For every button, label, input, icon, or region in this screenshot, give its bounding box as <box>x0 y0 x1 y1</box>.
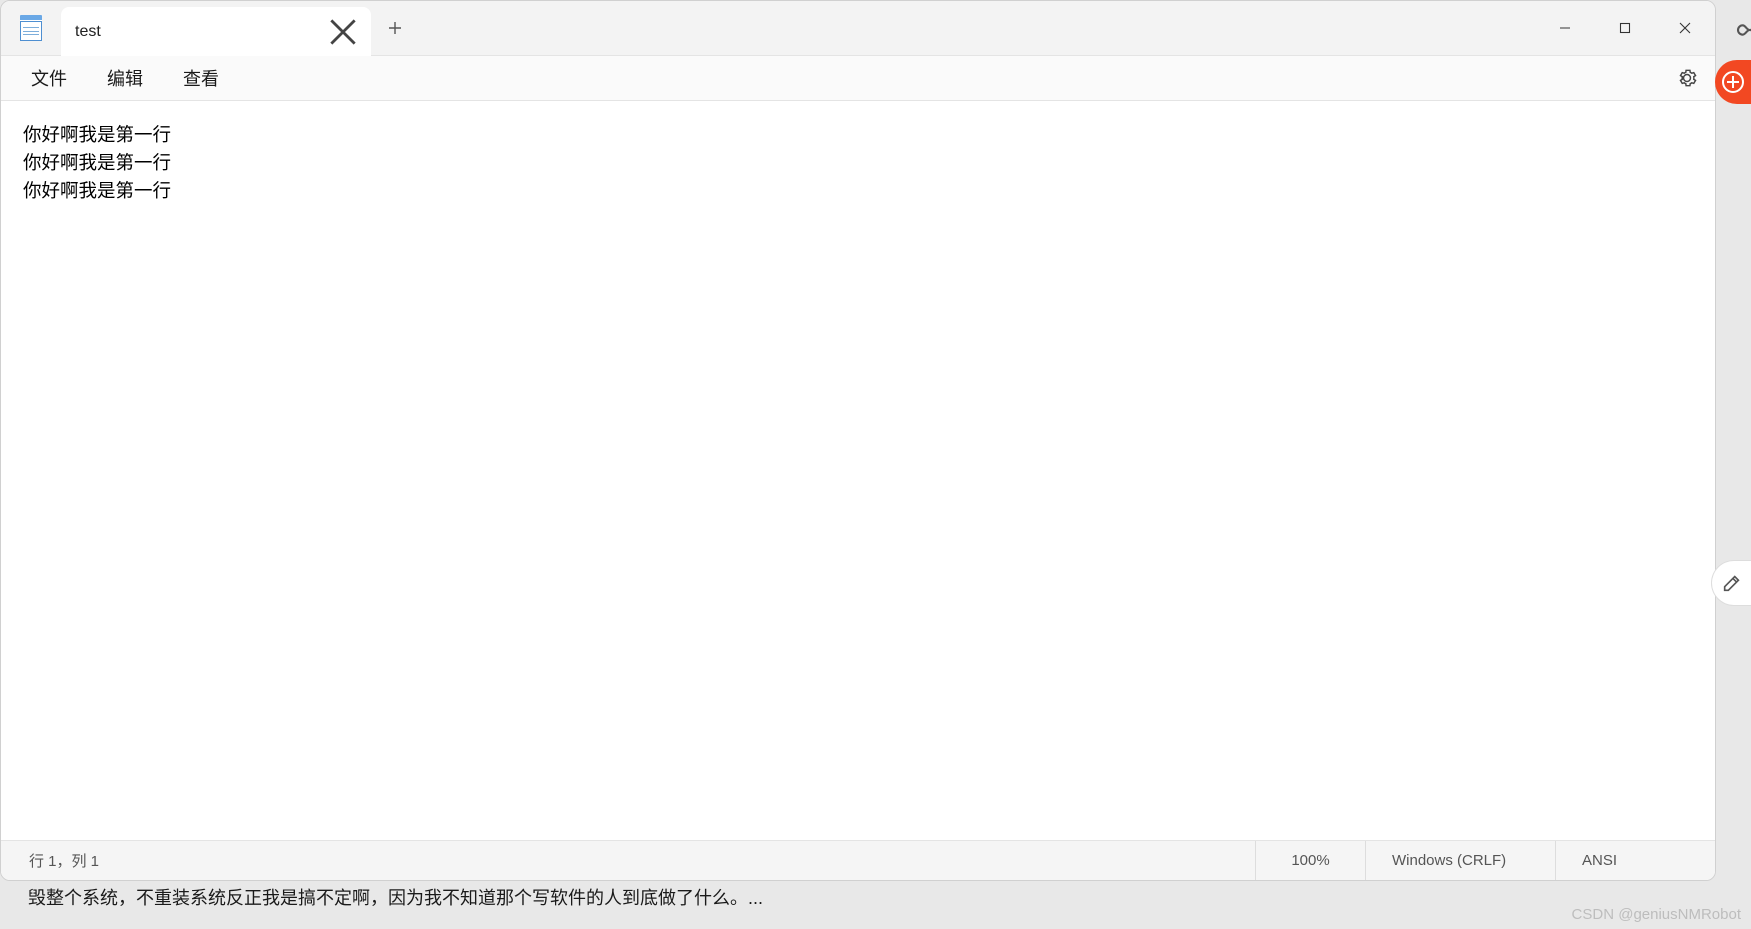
notepad-window: test 文件 编辑 查看 <box>0 0 1716 881</box>
watermark: CSDN @geniusNMRobot <box>1572 906 1741 923</box>
pencil-icon <box>1721 572 1743 594</box>
menu-view[interactable]: 查看 <box>163 59 239 97</box>
infinity-icon <box>1731 16 1751 44</box>
statusbar: 行 1，列 1 100% Windows (CRLF) ANSI <box>1 840 1715 880</box>
menu-edit[interactable]: 编辑 <box>87 59 163 97</box>
menu-file[interactable]: 文件 <box>11 59 87 97</box>
status-cursor-position: 行 1，列 1 <box>1 850 1255 871</box>
maximize-icon <box>1619 22 1631 34</box>
active-tab[interactable]: test <box>61 7 371 56</box>
gear-icon <box>1676 67 1698 89</box>
maximize-button[interactable] <box>1595 1 1655 55</box>
titlebar[interactable]: test <box>1 1 1715 56</box>
minimize-button[interactable] <box>1535 1 1595 55</box>
background-article-snippet: 毁整个系统，不重装系统反正我是搞不定啊，因为我不知道那个写软件的人到底做了什么。… <box>28 884 763 910</box>
status-zoom[interactable]: 100% <box>1255 841 1365 880</box>
close-icon <box>1679 22 1691 34</box>
plus-icon <box>388 21 402 35</box>
plus-circle-icon <box>1721 70 1745 94</box>
titlebar-drag-region[interactable] <box>419 1 1535 55</box>
side-action-badge[interactable] <box>1715 60 1751 104</box>
minimize-icon <box>1559 22 1571 34</box>
window-controls <box>1535 1 1715 55</box>
side-edit-button[interactable] <box>1711 560 1751 606</box>
close-window-button[interactable] <box>1655 1 1715 55</box>
browser-peek-icon <box>1731 16 1751 44</box>
tab-title: test <box>75 23 329 41</box>
menubar: 文件 编辑 查看 <box>1 56 1715 101</box>
editor-textarea[interactable]: 你好啊我是第一行 你好啊我是第一行 你好啊我是第一行 <box>1 101 1715 840</box>
new-tab-button[interactable] <box>371 1 419 55</box>
notepad-icon <box>20 15 42 41</box>
close-tab-button[interactable] <box>329 18 357 46</box>
status-line-ending[interactable]: Windows (CRLF) <box>1365 841 1555 880</box>
status-encoding[interactable]: ANSI <box>1555 841 1715 880</box>
app-icon-slot <box>1 1 61 55</box>
settings-button[interactable] <box>1669 60 1705 96</box>
close-icon <box>329 18 357 46</box>
